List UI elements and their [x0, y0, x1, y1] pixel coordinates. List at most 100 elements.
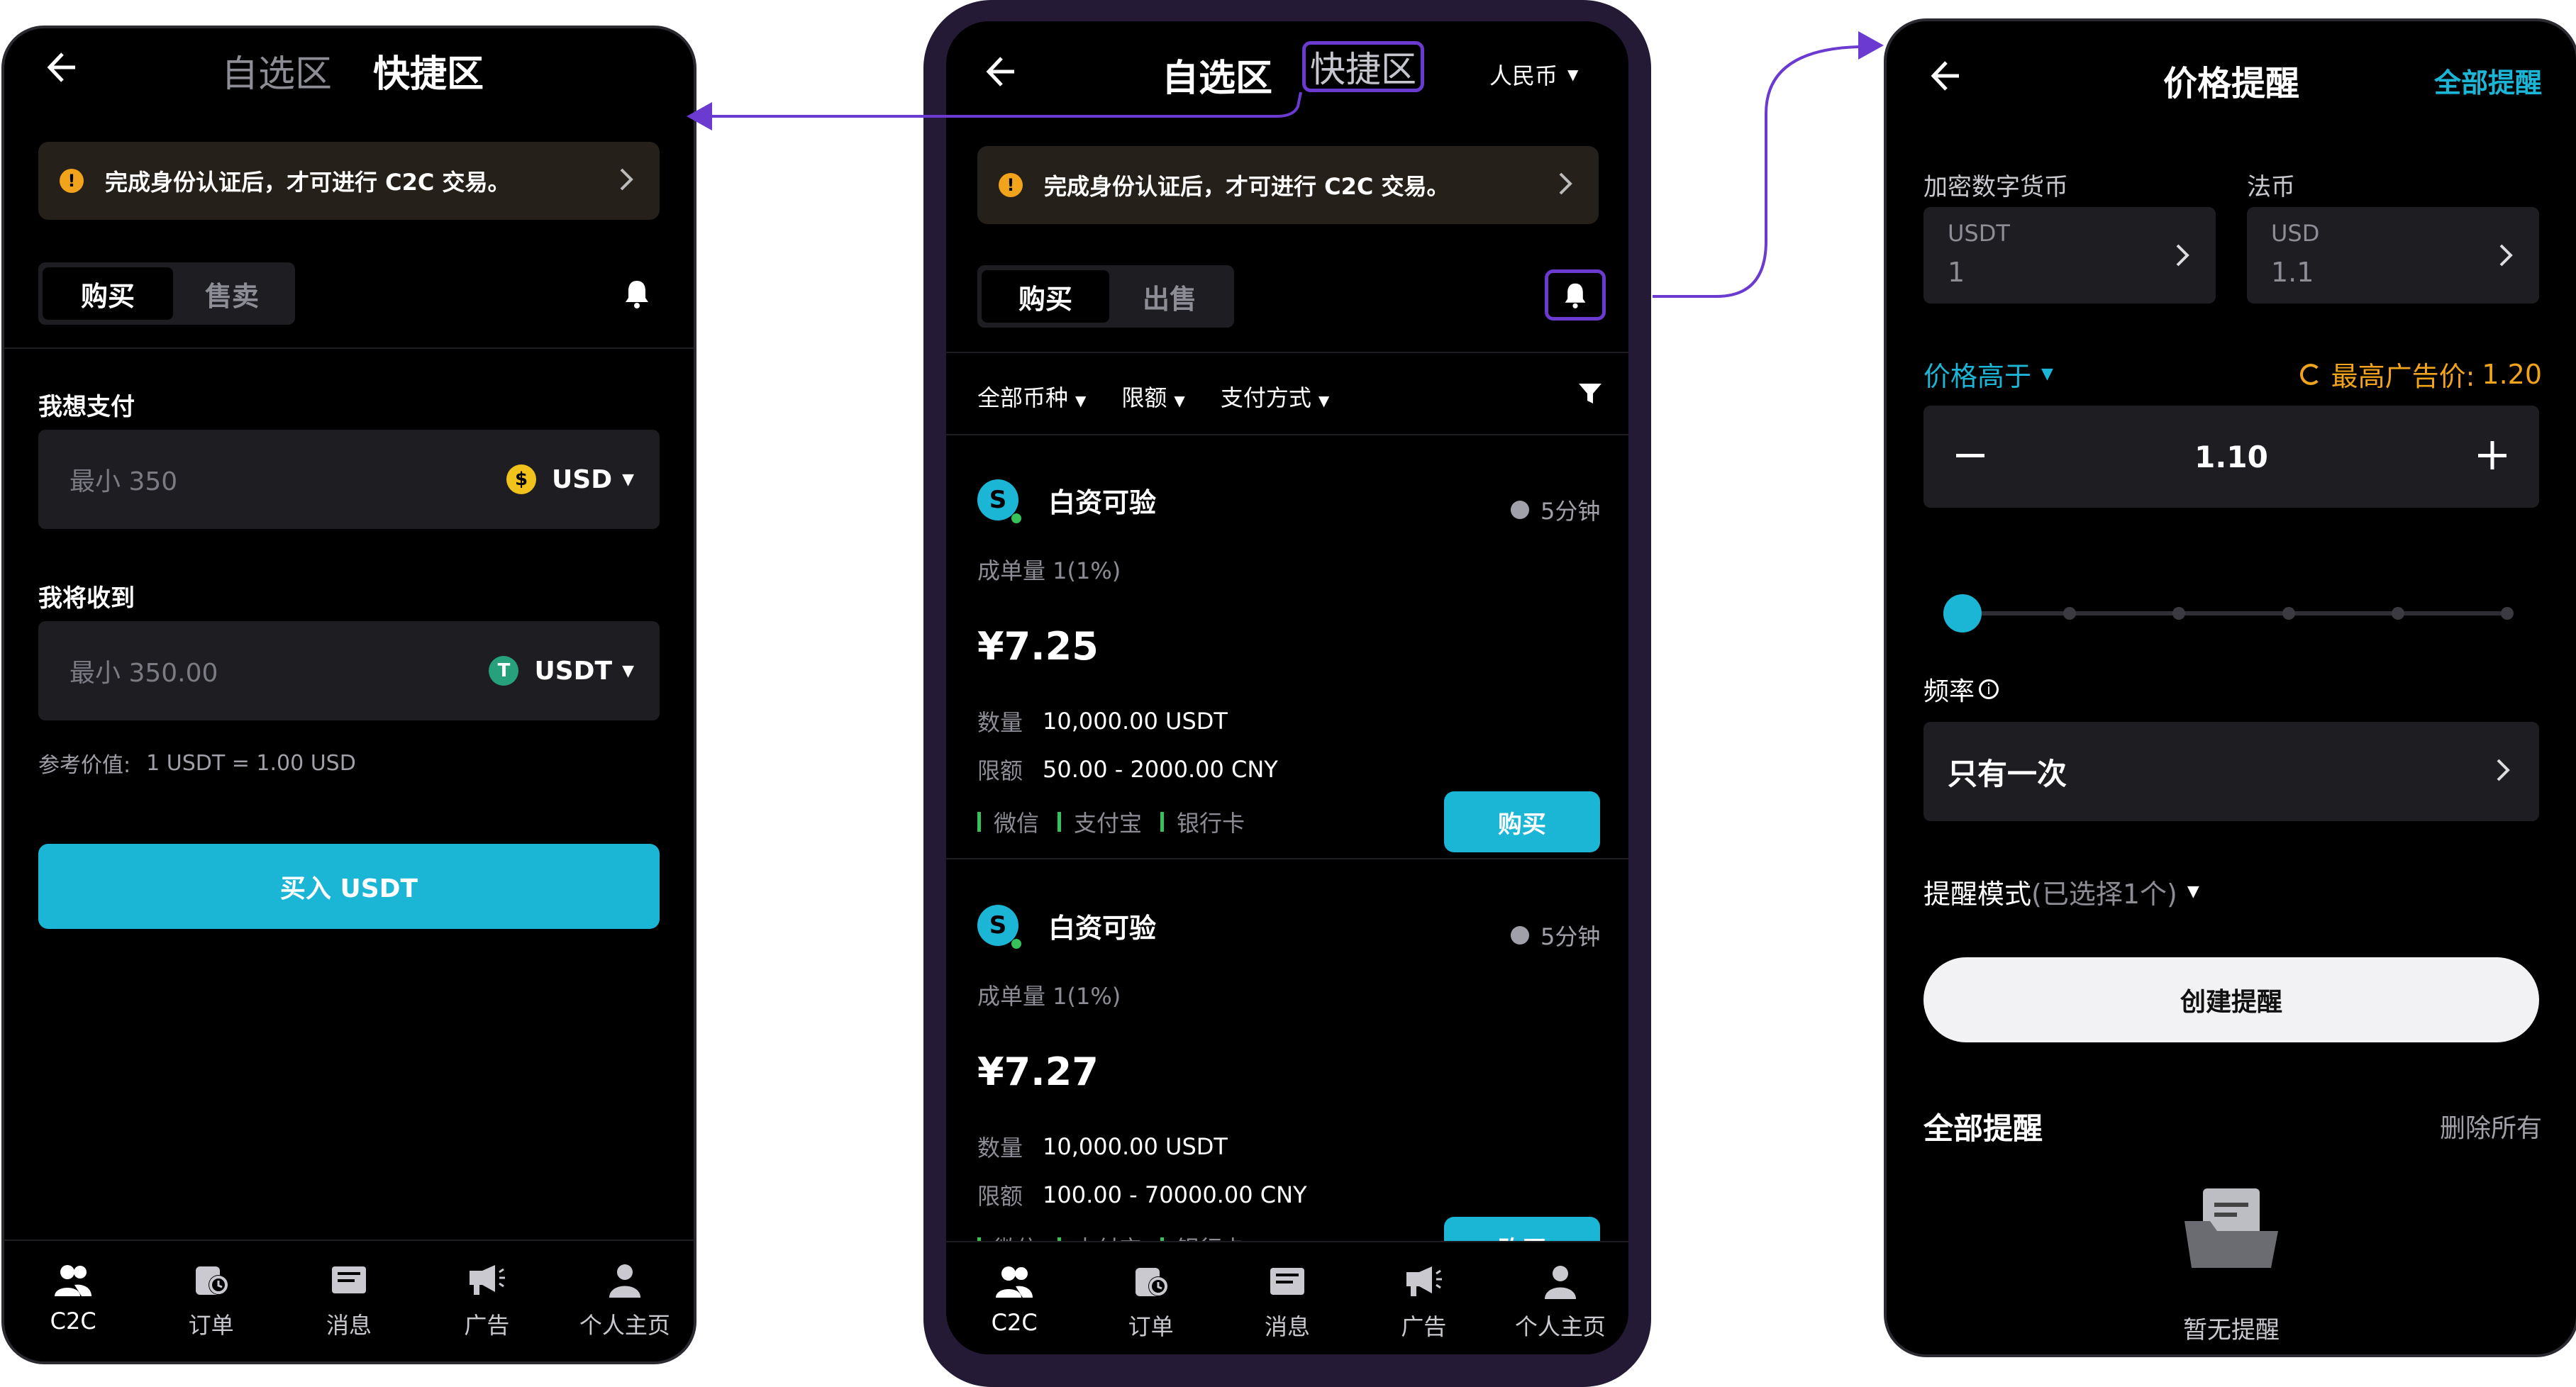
merchant-name: 白资可验	[1048, 486, 1157, 518]
caret-down-icon: ▼	[2041, 365, 2053, 383]
fiat-label: 法币	[2247, 173, 2295, 201]
toggle-sell[interactable]: 售卖	[173, 274, 291, 313]
nav-c2c[interactable]: C2C	[946, 1264, 1082, 1342]
toggle-sell[interactable]: 出售	[1109, 277, 1230, 316]
create-alert-button[interactable]: 创建提醒	[1923, 957, 2539, 1042]
frequency-select[interactable]: 只有一次	[1923, 722, 2539, 821]
stepper-value[interactable]: 1.10	[1986, 440, 2477, 474]
caret-down-icon: ▼	[1174, 392, 1185, 409]
pay-amount-field[interactable]: 最小 350 $ USD ▼	[38, 430, 660, 529]
tab-watchlist[interactable]: 自选区	[1162, 48, 1272, 101]
receive-amount-field[interactable]: 最小 350.00 T USDT ▼	[38, 621, 660, 720]
arrowhead-right-icon	[1858, 31, 1884, 60]
order-volume: 成单量 1(1%)	[977, 557, 1121, 584]
time-text: 5分钟	[1540, 923, 1601, 950]
bell-icon[interactable]	[623, 278, 651, 312]
mode-selected: (已选择1个)	[2031, 879, 2177, 910]
delete-all-link[interactable]: 删除所有	[2440, 1108, 2542, 1144]
payment-methods: 微信 支付宝 银行卡	[977, 806, 1245, 838]
price-slider[interactable]	[1943, 593, 2514, 635]
caret-down-icon: ▼	[1567, 66, 1579, 83]
fiat-selector[interactable]: 人民币 ▼	[1489, 58, 1578, 91]
fiat-value: 1.1	[2271, 257, 2314, 288]
quantity-row: 数量 10,000.00 USDT	[977, 705, 1228, 737]
orders-icon	[1135, 1268, 1168, 1296]
pay-currency: USD	[552, 464, 613, 494]
listing-card: S 白资可验 5分钟 成单量 1(1%) ¥7.25 数量 10,000.00 …	[946, 454, 1628, 852]
condition-label: 价格高于	[1923, 361, 2032, 392]
right-phone-screen: 价格提醒 全部提醒 加密数字货币 法币 USDT 1 USD 1.1 价格高于 …	[1884, 18, 2576, 1357]
caret-down-icon: ▼	[1075, 392, 1087, 409]
all-alerts-link[interactable]: 全部提醒	[2434, 61, 2542, 100]
nav-messages[interactable]: 消息	[1219, 1264, 1355, 1342]
nav-profile[interactable]: 个人主页	[556, 1262, 694, 1340]
price: ¥7.25	[977, 624, 1099, 669]
chevron-right-icon	[2495, 757, 2511, 786]
slider-tick	[2392, 607, 2404, 620]
limit-value: 100.00 - 70000.00 CNY	[1043, 1181, 1307, 1208]
receive-input[interactable]: 最小 350.00	[70, 652, 218, 689]
nav-label: C2C	[991, 1309, 1038, 1336]
buy-button[interactable]: 购买	[1444, 791, 1600, 852]
filter-coin[interactable]: 全部币种 ▼	[977, 380, 1086, 413]
kyc-notice-banner[interactable]: ! 完成身份认证后，才可进行 C2C 交易。	[38, 142, 660, 220]
buy-usdt-button[interactable]: 买入 USDT	[38, 844, 660, 929]
info-icon: !	[999, 173, 1023, 197]
back-arrow-icon[interactable]	[980, 52, 1018, 91]
frequency-label: 频率	[1923, 677, 1975, 706]
tab-quick[interactable]: 快捷区	[1302, 41, 1424, 92]
time-text: 5分钟	[1540, 498, 1601, 525]
condition-select[interactable]: 价格高于 ▼	[1923, 355, 2053, 394]
message-icon	[1270, 1268, 1305, 1295]
plus-button[interactable]	[2477, 440, 2508, 474]
mode-label: 提醒模式	[1923, 879, 2032, 910]
filter-payment[interactable]: 支付方式 ▼	[1221, 380, 1329, 413]
filter-payment-label: 支付方式	[1220, 384, 1311, 411]
reminder-mode-select[interactable]: 提醒模式 (已选择1个) ▼	[1923, 872, 2199, 911]
filter-limit[interactable]: 限额 ▼	[1121, 380, 1184, 413]
nav-label: 消息	[1265, 1313, 1311, 1340]
middle-phone-frame: 自选区 快捷区 人民币 ▼ ! 完成身份认证后，才可进行 C2C 交易。 购买 …	[923, 0, 1651, 1387]
merchant-row[interactable]: S 白资可验	[977, 905, 1156, 949]
currency-select-usdt[interactable]: T USDT ▼	[489, 656, 634, 686]
nav-orders[interactable]: 订单	[142, 1262, 279, 1340]
divider	[946, 352, 1628, 353]
nav-ads[interactable]: 广告	[1355, 1264, 1492, 1342]
funnel-icon[interactable]	[1577, 381, 1603, 412]
fiat-code: USD	[2271, 220, 2320, 247]
middle-phone-screen: 自选区 快捷区 人民币 ▼ ! 完成身份认证后，才可进行 C2C 交易。 购买 …	[946, 21, 1628, 1354]
alert-bell-button[interactable]	[1545, 269, 1606, 321]
notice-text: 完成身份认证后，才可进行 C2C 交易。	[105, 169, 511, 196]
nav-label: 个人主页	[579, 1312, 670, 1339]
nav-c2c[interactable]: C2C	[4, 1262, 142, 1340]
nav-messages[interactable]: 消息	[280, 1262, 418, 1340]
slider-thumb[interactable]	[1943, 594, 1982, 633]
nav-profile[interactable]: 个人主页	[1492, 1264, 1628, 1342]
pay-label: 我想支付	[38, 393, 135, 421]
back-arrow-icon[interactable]	[41, 48, 79, 87]
tab-quick[interactable]: 快捷区	[373, 44, 484, 97]
toggle-buy[interactable]: 购买	[982, 270, 1109, 323]
minus-button[interactable]	[1955, 440, 1986, 474]
slider-tick	[2063, 607, 2076, 620]
info-circle-icon[interactable]: i	[1979, 679, 1999, 699]
toggle-buy[interactable]: 购买	[43, 267, 173, 320]
crypto-select[interactable]: USDT 1	[1923, 207, 2216, 303]
slider-tick	[2282, 607, 2295, 620]
nav-orders[interactable]: 订单	[1082, 1264, 1218, 1342]
order-volume: 成单量 1(1%)	[977, 983, 1121, 1010]
nav-ads[interactable]: 广告	[418, 1262, 555, 1340]
buy-sell-toggle: 购买 售卖	[38, 262, 295, 325]
slider-tick	[2501, 607, 2514, 620]
fiat-select[interactable]: USD 1.1	[2247, 207, 2539, 303]
pay-input[interactable]: 最小 350	[70, 461, 177, 498]
tab-watchlist[interactable]: 自选区	[221, 44, 332, 97]
nav-label: 广告	[464, 1312, 510, 1339]
max-ad-price[interactable]: 最高广告价: 1.20	[2299, 355, 2542, 394]
merchant-row[interactable]: S 白资可验	[977, 479, 1157, 523]
currency-select-usd[interactable]: $ USD ▼	[506, 464, 634, 494]
quantity-row: 数量 10,000.00 USDT	[977, 1130, 1228, 1163]
fiat-label: 人民币	[1489, 62, 1558, 89]
alerts-list-title: 全部提醒	[1923, 1111, 2043, 1146]
kyc-notice-banner[interactable]: ! 完成身份认证后，才可进行 C2C 交易。	[977, 146, 1599, 224]
